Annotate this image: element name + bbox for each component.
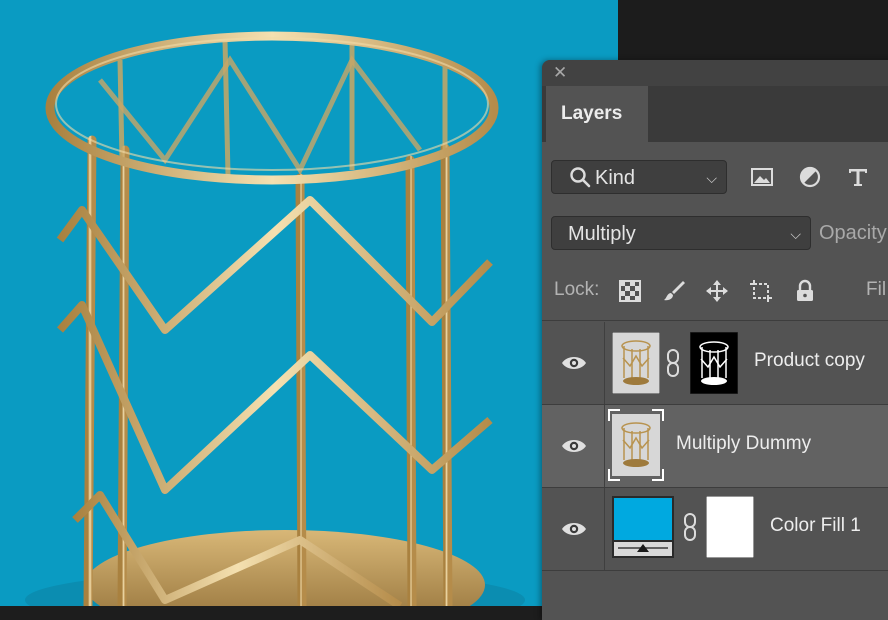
search-icon: [570, 167, 591, 188]
layer-row-multiply-dummy[interactable]: Multiply Dummy: [542, 405, 888, 488]
lock-artboard-icon[interactable]: [749, 279, 773, 303]
chevron-down-icon: ⌵: [706, 170, 717, 186]
layers-panel: ✕ Layers Kind ⌵ Multiply ⌵ Opacity Lock:: [542, 60, 888, 620]
opacity-label: Opacity: [819, 222, 887, 244]
image-filter-icon[interactable]: [750, 165, 774, 189]
layer-thumbnail: [608, 409, 664, 481]
eye-icon[interactable]: [561, 520, 587, 538]
layer-mask-thumbnail[interactable]: [690, 332, 738, 394]
blend-mode-value: Multiply: [568, 223, 636, 245]
type-filter-icon[interactable]: [846, 165, 870, 189]
workspace-background: [618, 0, 888, 60]
visibility-column: [542, 405, 605, 487]
adjustment-filter-icon[interactable]: [798, 165, 822, 189]
lock-position-icon[interactable]: [705, 279, 729, 303]
layer-name[interactable]: Color Fill 1: [770, 515, 861, 537]
divider: [542, 320, 888, 321]
eye-icon[interactable]: [561, 354, 587, 372]
visibility-column: [542, 322, 605, 404]
filter-kind-value: Kind: [595, 167, 636, 189]
blend-mode-dropdown[interactable]: Multiply ⌵: [551, 216, 811, 250]
mask-link-icon[interactable]: [665, 348, 681, 378]
layer-name[interactable]: Product copy: [754, 350, 865, 372]
layer-row-color-fill[interactable]: Color Fill 1: [542, 488, 888, 571]
panel-tabbar: Layers: [542, 86, 888, 142]
layer-thumbnail: [612, 332, 660, 394]
eye-icon[interactable]: [561, 437, 587, 455]
layer-name[interactable]: Multiply Dummy: [676, 433, 811, 455]
lock-image-pixels-icon[interactable]: [662, 279, 686, 303]
fill-color-swatch[interactable]: [612, 496, 674, 558]
lock-all-icon[interactable]: [793, 279, 817, 303]
lock-label: Lock:: [554, 279, 600, 300]
visibility-column: [542, 488, 605, 570]
layer-row-product-copy[interactable]: Product copy: [542, 322, 888, 405]
close-icon[interactable]: ✕: [553, 63, 567, 83]
document-canvas[interactable]: [0, 0, 618, 606]
fill-label: Fil: [866, 279, 887, 300]
panel-titlebar: ✕: [542, 60, 888, 86]
layer-mask-thumbnail[interactable]: [706, 496, 754, 558]
tab-layers[interactable]: Layers: [546, 86, 648, 142]
mask-link-icon[interactable]: [682, 512, 698, 542]
chevron-down-icon: ⌵: [790, 226, 801, 242]
product-photo-wire-holder: [25, 31, 525, 606]
filter-kind-dropdown[interactable]: Kind ⌵: [551, 160, 727, 194]
lock-transparent-pixels-icon[interactable]: [618, 279, 642, 303]
